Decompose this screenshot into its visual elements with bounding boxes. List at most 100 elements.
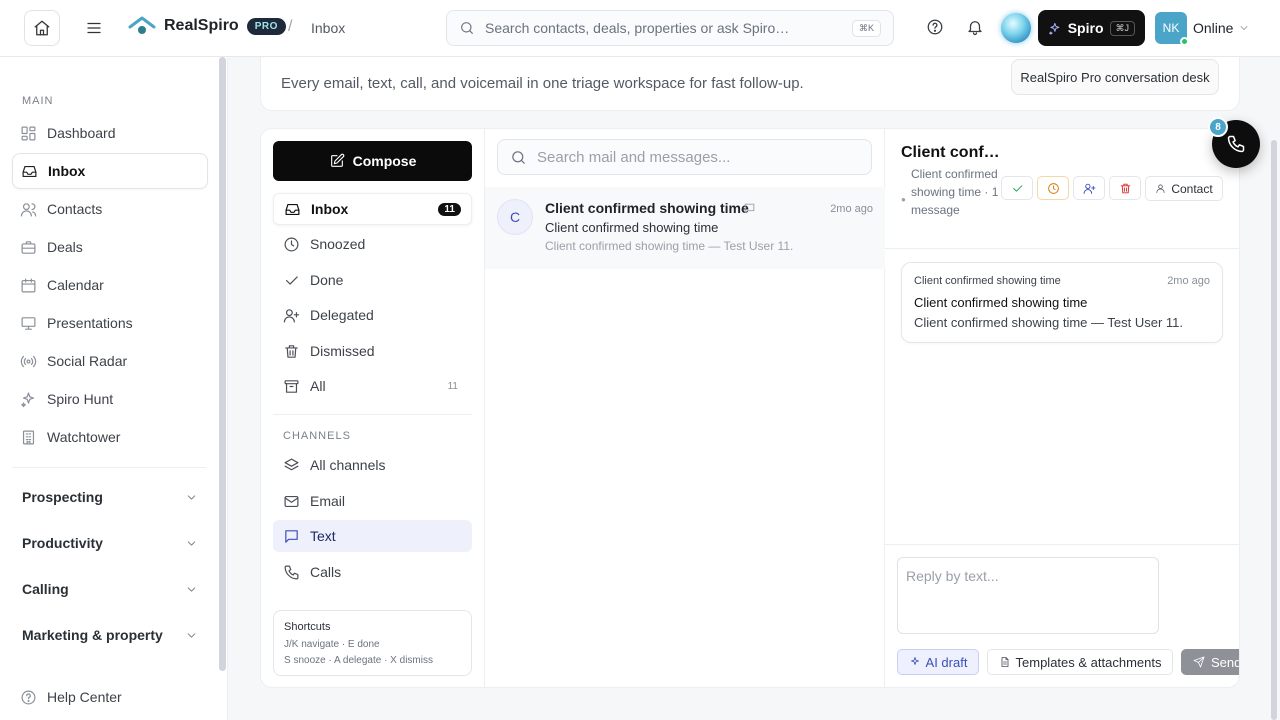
assistant-orb[interactable] xyxy=(1001,13,1031,43)
shortcuts-line: S snooze · A delegate · X dismiss xyxy=(284,655,433,666)
dashboard-icon xyxy=(21,126,36,140)
channel-text[interactable]: Text xyxy=(273,520,472,552)
sidebar-item-label: Watchtower xyxy=(47,429,121,445)
user-plus-icon xyxy=(283,308,300,322)
message-header: Client confirmed showing time xyxy=(914,275,1061,287)
delegate-button[interactable] xyxy=(1073,176,1105,200)
brand-logo[interactable]: RealSpiro PRO xyxy=(128,15,286,37)
folder-panel: Compose Inbox 11 Snoozed Done Delegated … xyxy=(261,129,485,687)
calendar-icon xyxy=(21,278,36,292)
sidebar-section-label: MAIN xyxy=(22,95,54,107)
channel-all[interactable]: All channels xyxy=(273,449,472,481)
message-card: Client confirmed showing time 2mo ago Cl… xyxy=(901,262,1223,343)
radar-icon xyxy=(20,355,37,367)
mark-done-button[interactable] xyxy=(1001,176,1033,200)
ai-draft-button[interactable]: AI draft xyxy=(897,649,979,675)
sidebar-item-help-center[interactable]: Help Center xyxy=(12,679,208,715)
page-scrollbar[interactable] xyxy=(1271,140,1277,720)
conversation-desk-button[interactable]: RealSpiro Pro conversation desk xyxy=(1011,59,1219,95)
clock-icon xyxy=(1047,182,1059,194)
shortcuts-line: J/K navigate · E done xyxy=(284,639,380,650)
status-dropdown[interactable]: Online xyxy=(1193,20,1233,36)
conversation-title: Client conf… xyxy=(901,144,1000,161)
contact-button[interactable]: Contact xyxy=(1145,176,1223,201)
templates-attachments-button[interactable]: Templates & attachments xyxy=(987,649,1173,675)
folder-dismissed[interactable]: Dismissed xyxy=(273,335,472,367)
folder-snoozed[interactable]: Snoozed xyxy=(273,228,472,260)
compose-button[interactable]: Compose xyxy=(273,141,472,181)
channels-divider xyxy=(273,414,472,415)
mail-icon xyxy=(284,495,299,507)
sidebar-item-calendar[interactable]: Calendar xyxy=(12,267,208,303)
folder-done[interactable]: Done xyxy=(273,264,472,296)
sidebar-scrollbar[interactable] xyxy=(219,57,226,671)
channel-label: Email xyxy=(310,493,346,509)
help-button[interactable] xyxy=(926,18,946,38)
reply-input[interactable]: Reply by text... xyxy=(897,557,1159,634)
sidebar-item-label: Deals xyxy=(47,239,83,255)
user-icon xyxy=(1156,184,1165,194)
sidebar-item-label: Spiro Hunt xyxy=(47,391,114,407)
breadcrumb-separator: / xyxy=(288,18,293,35)
folder-all[interactable]: All 11 xyxy=(273,370,472,402)
inbox-workspace: Compose Inbox 11 Snoozed Done Delegated … xyxy=(260,128,1240,688)
send-button[interactable]: Send xyxy=(1181,649,1239,675)
page-subtitle: Every email, text, call, and voicemail i… xyxy=(281,75,804,92)
message-search-input[interactable]: Search mail and messages... xyxy=(497,139,872,175)
shortcuts-title: Shortcuts xyxy=(284,621,331,633)
chevron-down-icon xyxy=(187,586,196,592)
sidebar-item-label: Dashboard xyxy=(47,125,116,141)
top-bar: RealSpiro PRO / Inbox Search contacts, d… xyxy=(0,0,1280,57)
sidebar-item-social-radar[interactable]: Social Radar xyxy=(12,343,208,379)
sidebar-item-presentations[interactable]: Presentations xyxy=(12,305,208,341)
snooze-button[interactable] xyxy=(1037,176,1069,200)
sidebar-item-watchtower[interactable]: Watchtower xyxy=(12,419,208,455)
channel-label: Calls xyxy=(310,564,342,580)
sidebar-group-marketing-property[interactable]: Marketing & property xyxy=(22,627,198,643)
sidebar-item-inbox[interactable]: Inbox xyxy=(12,153,208,189)
send-icon xyxy=(1193,656,1205,668)
layers-icon xyxy=(284,458,299,470)
channel-email[interactable]: Email xyxy=(273,485,472,517)
sidebar-group-calling[interactable]: Calling xyxy=(22,581,198,597)
menu-button[interactable] xyxy=(82,16,106,40)
message-body: Client confirmed showing time — Test Use… xyxy=(914,315,1184,330)
presentation-icon xyxy=(21,316,36,330)
sidebar-item-deals[interactable]: Deals xyxy=(12,229,208,265)
sparkle-icon xyxy=(1049,22,1060,35)
home-button[interactable] xyxy=(24,10,60,46)
spiro-assistant-button[interactable]: Spiro ⌘J xyxy=(1038,10,1145,46)
notifications-button[interactable] xyxy=(966,18,986,38)
sidebar-group-prospecting[interactable]: Prospecting xyxy=(22,489,198,505)
folder-count: 11 xyxy=(447,380,458,392)
file-icon xyxy=(1001,657,1008,667)
sidebar-item-label: Inbox xyxy=(48,163,86,179)
pro-badge: PRO xyxy=(246,17,286,35)
help-icon xyxy=(21,690,36,704)
dialer-badge: 8 xyxy=(1208,117,1228,137)
inbox-icon xyxy=(22,165,37,177)
dismiss-button[interactable] xyxy=(1109,176,1141,200)
folder-inbox[interactable]: Inbox 11 xyxy=(273,193,472,225)
sidebar: MAIN Dashboard Inbox Contacts Deals Cale… xyxy=(0,57,228,720)
thread-list-panel: Search mail and messages... C Client con… xyxy=(485,129,885,687)
sidebar-item-spiro-hunt[interactable]: Spiro Hunt xyxy=(12,381,208,417)
message-square-icon xyxy=(744,203,755,214)
compose-icon xyxy=(330,153,344,167)
folder-delegated[interactable]: Delegated xyxy=(273,299,472,331)
global-search-input[interactable]: Search contacts, deals, properties or as… xyxy=(446,10,894,46)
channel-calls[interactable]: Calls xyxy=(273,556,472,588)
conversation-header: Client conf… ● Client confirmed showing … xyxy=(885,129,1239,249)
user-avatar[interactable]: NK xyxy=(1155,12,1189,46)
reply-area: Reply by text... AI draft Templates & at… xyxy=(885,544,1239,687)
sidebar-item-dashboard[interactable]: Dashboard xyxy=(12,115,208,151)
breadcrumb[interactable]: Inbox xyxy=(311,20,345,36)
chevron-down-icon[interactable] xyxy=(1238,22,1250,34)
thread-item[interactable]: C Client confirmed showing time 2mo ago … xyxy=(485,187,885,269)
thread-subject: Client confirmed showing time xyxy=(545,200,749,216)
hamburger-icon xyxy=(87,22,101,34)
online-indicator xyxy=(1180,37,1189,46)
folder-label: All xyxy=(310,378,326,394)
sidebar-group-productivity[interactable]: Productivity xyxy=(22,535,198,551)
sidebar-item-contacts[interactable]: Contacts xyxy=(12,191,208,227)
